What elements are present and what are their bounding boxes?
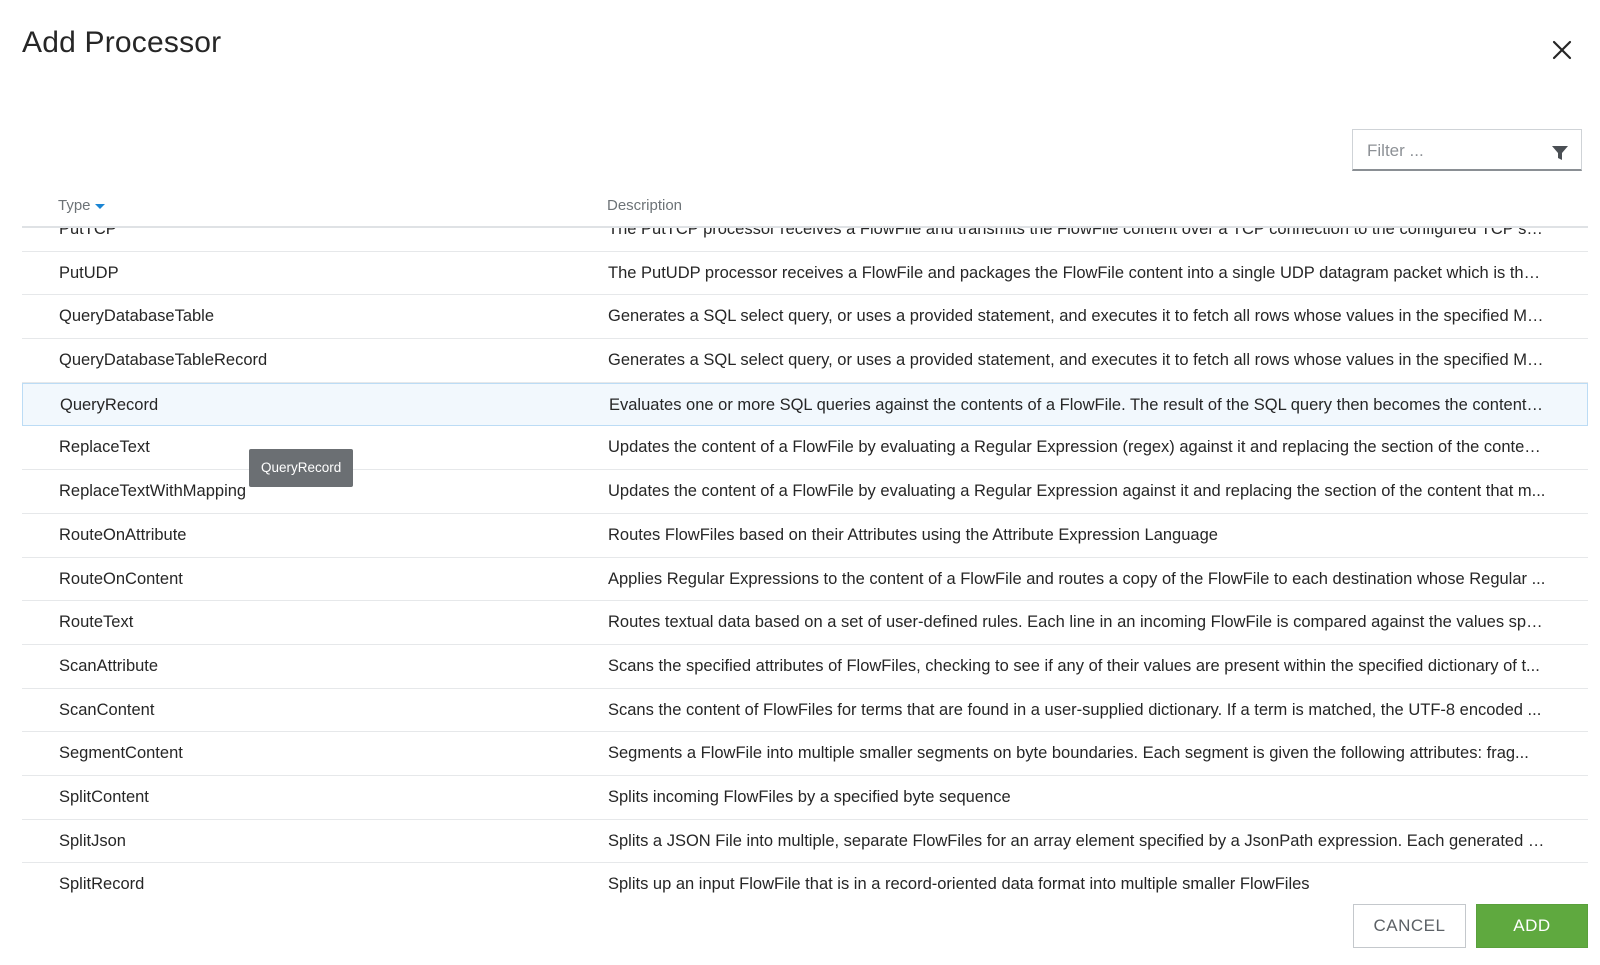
processor-description-cell: Routes FlowFiles based on their Attribut… (608, 525, 1218, 544)
processor-description-cell: Splits incoming FlowFiles by a specified… (608, 787, 1011, 806)
add-button[interactable]: ADD (1476, 904, 1588, 948)
close-icon[interactable] (1548, 36, 1576, 64)
table-row[interactable]: QueryRecord Evaluates one or more SQL que… (22, 382, 1588, 427)
sort-descending-caret-icon (94, 203, 105, 209)
cancel-button[interactable]: CANCEL (1353, 904, 1466, 948)
processor-type-cell: RouteOnContent (59, 569, 183, 588)
processor-type-cell: QueryRecord (60, 395, 159, 414)
table-row[interactable]: SplitContent Splits incoming FlowFiles by… (22, 776, 1588, 820)
processor-description-cell: Splits a JSON File into multiple, separa… (608, 831, 1546, 850)
table-row[interactable]: RouteText Routes textual data based on a … (22, 601, 1588, 645)
processor-rows: PutTCP The PutTCP processor receives a Fl… (22, 228, 1588, 896)
processor-description-cell: Generates a SQL select query, or uses a … (608, 307, 1546, 326)
processor-description-cell: Scans the content of FlowFiles for terms… (608, 700, 1542, 719)
processor-description-cell: Scans the specified attributes of FlowFi… (608, 656, 1540, 675)
processor-type-cell: RouteText (59, 613, 134, 632)
processor-description-cell: Generates a SQL select query, or uses a … (608, 351, 1546, 370)
processor-description-cell: Segments a FlowFile into multiple smalle… (608, 744, 1529, 763)
processor-table-body[interactable]: PutTCP The PutTCP processor receives a Fl… (22, 228, 1588, 896)
processor-description-cell: Updates the content of a FlowFile by eva… (608, 482, 1546, 501)
processor-description-cell: Updates the content of a FlowFile by eva… (608, 438, 1546, 457)
table-row[interactable]: RouteOnAttribute Routes FlowFiles based o… (22, 514, 1588, 558)
type-column-header[interactable]: Type (58, 197, 105, 214)
processor-description-cell: The PutTCP processor receives a FlowFile… (608, 228, 1546, 238)
processor-type-cell: PutUDP (59, 263, 119, 282)
processor-description-cell: Routes textual data based on a set of us… (608, 613, 1546, 632)
processor-type-cell: SplitRecord (59, 875, 145, 894)
processor-type-cell: QueryDatabaseTable (59, 307, 215, 326)
description-column-header[interactable]: Description (607, 197, 682, 214)
table-row[interactable]: QueryDatabaseTable Generates a SQL select… (22, 295, 1588, 340)
table-row[interactable]: PutTCP The PutTCP processor receives a Fl… (22, 228, 1588, 252)
processor-type-cell: ScanContent (59, 700, 155, 719)
processor-type-cell: RouteOnAttribute (59, 525, 187, 544)
processor-description-cell: The PutUDP processor receives a FlowFile… (608, 263, 1546, 282)
processor-type-cell: SplitJson (59, 831, 126, 850)
table-row[interactable]: ScanAttribute Scans the specified attribu… (22, 645, 1588, 689)
processor-type-cell: QueryDatabaseTableRecord (59, 351, 268, 370)
processor-type-cell: SplitContent (59, 787, 149, 806)
processor-description-cell: Evaluates one or more SQL queries agains… (609, 395, 1547, 414)
table-row[interactable]: RouteOnContent Applies Regular Expression… (22, 558, 1588, 602)
table-row[interactable]: SplitRecord Splits up an input FlowFile t… (22, 863, 1588, 896)
table-row[interactable]: QueryDatabaseTableRecord Generates a SQL … (22, 339, 1588, 383)
type-tooltip: QueryRecord (249, 449, 354, 487)
processor-type-cell: ScanAttribute (59, 656, 159, 675)
processor-type-cell: SegmentContent (59, 744, 183, 763)
type-header-label: Type (58, 197, 91, 214)
table-row[interactable]: PutUDP The PutUDP processor receives a Fl… (22, 252, 1588, 296)
processor-description-cell: Applies Regular Expressions to the conte… (608, 569, 1546, 588)
table-header: Type Description (22, 190, 1588, 228)
table-row[interactable]: SplitJson Splits a JSON File into multipl… (22, 820, 1588, 864)
filter-field (1352, 129, 1582, 171)
table-row[interactable]: SegmentContent Segments a FlowFile into m… (22, 732, 1588, 776)
dialog-title: Add Processor (22, 26, 222, 59)
processor-type-cell: PutTCP (59, 228, 117, 238)
add-processor-dialog: Add Processor Type Description PutTCP The… (0, 0, 1600, 965)
processor-description-cell: Splits up an input FlowFile that is in a… (608, 875, 1310, 894)
filter-input[interactable] (1365, 138, 1549, 164)
table-row[interactable]: ScanContent Scans the content of FlowFile… (22, 689, 1588, 733)
filter-funnel-icon[interactable] (1551, 144, 1569, 162)
